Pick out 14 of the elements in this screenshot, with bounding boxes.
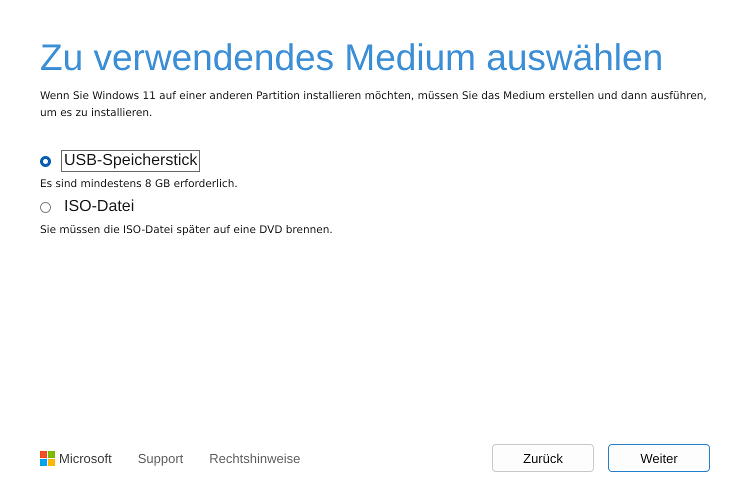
description-text: Wenn Sie Windows 11 auf einer anderen Partition installieren möchten, müssen Sie das Medium erstellen und dann ausführen, um es zu installieren. <box>40 89 708 121</box>
option-label[interactable]: USB-Speicherstick <box>61 150 200 172</box>
option-hint: Es sind mindestens 8 GB erforderlich. <box>40 178 239 190</box>
windows-logo-icon <box>40 450 55 466</box>
next-button[interactable]: Weiter <box>608 444 710 472</box>
radio-button[interactable] <box>40 156 51 166</box>
page-title: Zu verwendendes Medium auswählen <box>40 36 664 80</box>
radio-button[interactable] <box>40 202 51 212</box>
back-button[interactable]: Zurück <box>492 444 594 472</box>
option-hint: Sie müssen die ISO-Datei später auf eine DVD brennen. <box>40 224 334 236</box>
footer-link[interactable]: Rechtshinweise <box>209 450 300 466</box>
option-label[interactable]: ISO-Datei <box>61 196 138 218</box>
brand-name: Microsoft <box>59 450 112 466</box>
footer-link[interactable]: Support <box>138 450 184 466</box>
